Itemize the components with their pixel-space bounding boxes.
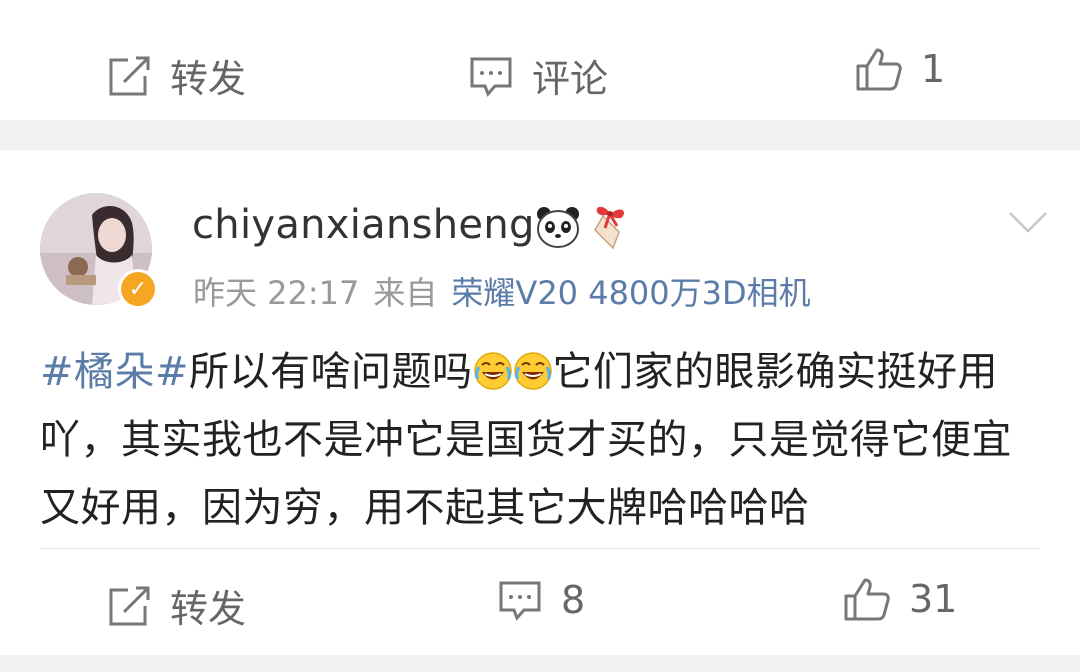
comment-icon bbox=[497, 578, 543, 622]
from-label: 来自 bbox=[373, 274, 438, 312]
repost-icon bbox=[106, 584, 152, 628]
bow-badge-icon bbox=[589, 202, 633, 256]
post-time: 昨天 22:17 bbox=[193, 274, 360, 312]
previous-post-action-bar: 转发 评论 1 bbox=[0, 12, 1080, 120]
comment-icon bbox=[468, 54, 514, 98]
like-count: 1 bbox=[921, 47, 946, 91]
comment-label: 评论 bbox=[532, 57, 609, 101]
feed-separator bbox=[0, 120, 1080, 150]
post-content: #橘朵#所以有啥问题吗 它们家的眼影确实挺好用吖，其实我也不是冲它是国货才买的，只… bbox=[40, 338, 1050, 542]
username[interactable]: chiyanxiansheng bbox=[192, 202, 535, 248]
post-source-link[interactable]: 荣耀V20 4800万3D相机 bbox=[451, 268, 810, 314]
laugh-cry-emoji bbox=[513, 344, 553, 390]
comment-button[interactable]: 8 bbox=[497, 578, 585, 622]
post-meta: 昨天 22:17 来自 荣耀V20 4800万3D相机 bbox=[193, 268, 811, 314]
post-action-bar: 转发 8 31 bbox=[0, 550, 1080, 655]
comment-button[interactable]: 评论 bbox=[468, 48, 608, 103]
like-button[interactable]: 1 bbox=[855, 46, 945, 92]
hashtag-link[interactable]: #橘朵# bbox=[40, 349, 189, 395]
repost-button[interactable]: 转发 bbox=[106, 48, 246, 103]
verified-check-icon: ✓ bbox=[121, 272, 155, 306]
laugh-cry-emoji bbox=[473, 344, 513, 390]
repost-label: 转发 bbox=[170, 57, 247, 101]
like-count: 31 bbox=[909, 577, 958, 621]
post-card[interactable]: ✓ chiyanxiansheng 昨天 22:17 来自 荣耀V20 4800… bbox=[0, 150, 1080, 550]
chevron-down-icon[interactable] bbox=[1008, 210, 1048, 238]
bottom-divider bbox=[40, 548, 1040, 549]
feed-separator bbox=[0, 655, 1080, 672]
repost-icon bbox=[106, 54, 152, 98]
repost-button[interactable]: 转发 bbox=[106, 578, 246, 633]
like-button[interactable]: 31 bbox=[843, 576, 957, 622]
thumbs-up-icon bbox=[843, 576, 891, 622]
user-badges bbox=[535, 202, 633, 256]
verified-badge: ✓ bbox=[118, 269, 158, 309]
thumbs-up-icon bbox=[855, 46, 903, 92]
avatar[interactable]: ✓ bbox=[40, 193, 158, 309]
panda-icon bbox=[535, 205, 581, 253]
post-text-part1: 所以有啥问题吗 bbox=[189, 349, 473, 395]
comment-count: 8 bbox=[561, 578, 586, 622]
repost-label: 转发 bbox=[170, 587, 247, 631]
